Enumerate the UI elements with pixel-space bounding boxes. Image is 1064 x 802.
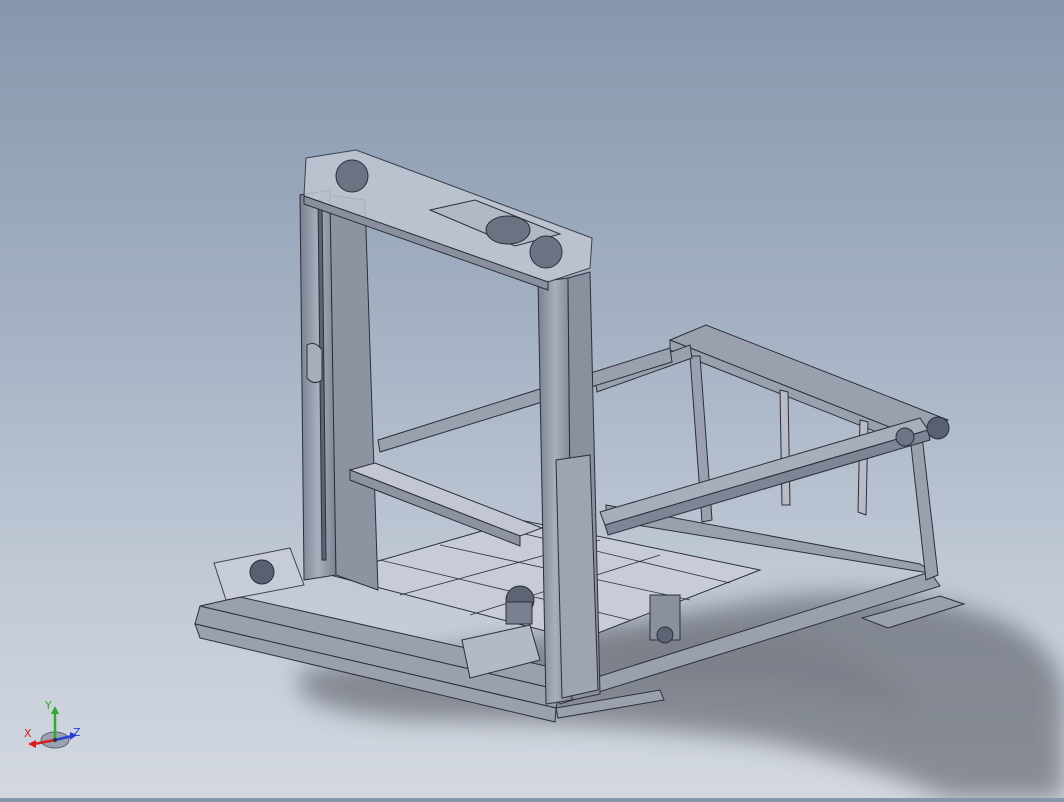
y-axis-label: Y: [45, 699, 52, 712]
right-column: [537, 271, 601, 705]
left-motor-box: [213, 547, 305, 601]
model-render[interactable]: [0, 0, 1064, 798]
cross-beam: [348, 462, 544, 547]
graphics-viewport[interactable]: Y X Z: [0, 0, 1064, 798]
view-orientation-triad[interactable]: Y X Z: [20, 698, 90, 758]
y-axis-rail: [599, 416, 950, 536]
right-motor: [649, 594, 681, 644]
left-column: [299, 189, 379, 591]
floor-shadow: [300, 593, 1064, 798]
z-axis-label: Z: [73, 726, 81, 739]
x-axis-label: X: [24, 727, 32, 740]
